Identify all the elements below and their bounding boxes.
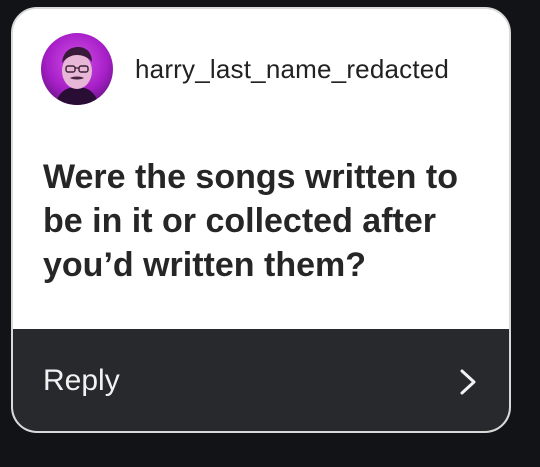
author-username[interactable]: harry_last_name_redacted <box>135 54 449 85</box>
screen: harry_last_name_redacted Were the songs … <box>0 0 540 467</box>
question-card: harry_last_name_redacted Were the songs … <box>11 7 511 433</box>
avatar-photo-icon <box>41 33 113 105</box>
reply-button[interactable]: Reply <box>13 329 509 431</box>
question-text: Were the songs written to be in it or co… <box>43 158 458 284</box>
reply-label: Reply <box>43 364 120 397</box>
avatar[interactable] <box>41 33 113 105</box>
author-row: harry_last_name_redacted <box>41 33 449 105</box>
card-body: harry_last_name_redacted Were the songs … <box>13 9 509 329</box>
chevron-right-icon <box>459 368 477 396</box>
